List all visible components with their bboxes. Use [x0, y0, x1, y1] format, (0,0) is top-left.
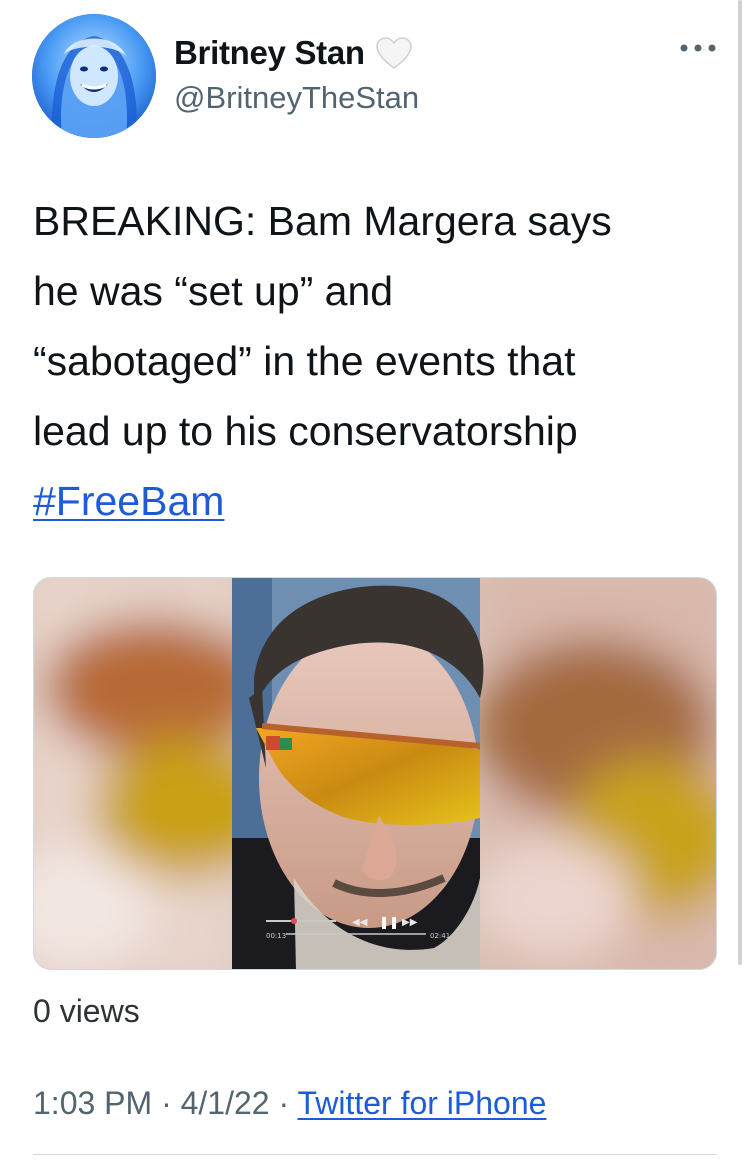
tweet-text-line: “sabotaged” in the events that: [33, 338, 576, 384]
svg-text:▶▶: ▶▶: [402, 917, 418, 928]
more-horizontal-icon: [680, 44, 716, 52]
author-handle[interactable]: @BritneyTheStan: [174, 80, 419, 116]
source-link[interactable]: Twitter for iPhone: [297, 1085, 546, 1121]
svg-text:❚❚: ❚❚: [379, 915, 399, 929]
tweet-text-line: he was “set up” and: [33, 268, 394, 314]
video-frame: ◀◀ ❚❚ ▶▶ 00:13 02:41: [34, 578, 716, 969]
author-display-name[interactable]: Britney Stan: [174, 34, 413, 72]
svg-text:◀◀: ◀◀: [352, 917, 368, 928]
scrollbar[interactable]: [738, 0, 742, 965]
tweet-date[interactable]: 4/1/22: [181, 1085, 270, 1121]
view-count: 0 views: [33, 993, 140, 1029]
time-elapsed: 00:13: [266, 932, 286, 940]
tweet-text: BREAKING: Bam Margera says he was “set u…: [33, 186, 723, 536]
avatar-image: [32, 14, 156, 138]
more-options-button[interactable]: [672, 30, 724, 66]
meta-separator: ·: [161, 1085, 172, 1121]
display-name-text: Britney Stan: [174, 34, 365, 71]
tweet-text-line: lead up to his conservatorship: [33, 408, 578, 454]
meta-separator: ·: [278, 1085, 290, 1121]
tweet-time[interactable]: 1:03 PM: [33, 1085, 152, 1121]
video-player[interactable]: ◀◀ ❚❚ ▶▶ 00:13 02:41: [33, 577, 717, 970]
divider: [33, 1154, 717, 1155]
tweet-text-line: BREAKING: Bam Margera says: [33, 198, 612, 244]
avatar[interactable]: [32, 14, 156, 138]
tweet-meta: 1:03 PM · 4/1/22 · Twitter for iPhone: [33, 1085, 546, 1122]
hashtag-link[interactable]: #FreeBam: [33, 478, 224, 524]
time-total: 02:41: [430, 932, 450, 940]
white-heart-icon: [375, 36, 413, 70]
